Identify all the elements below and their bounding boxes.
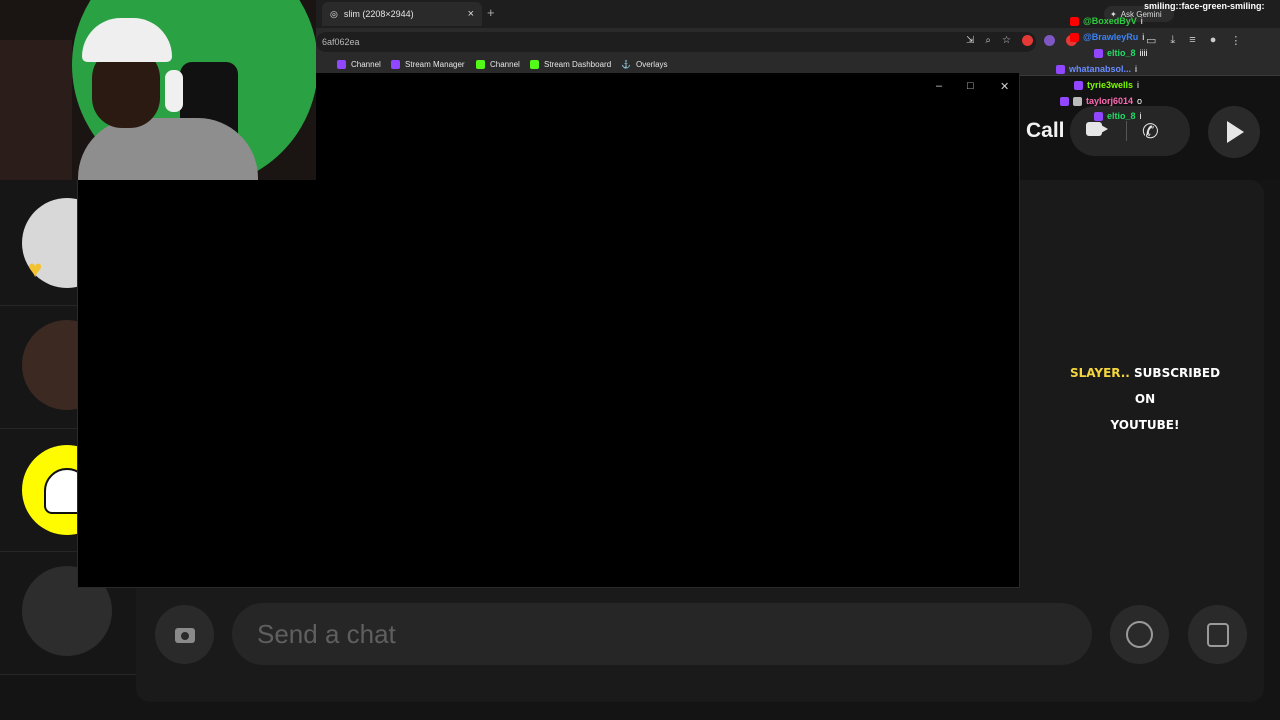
chat-message: i — [1135, 64, 1138, 74]
chat-input[interactable] — [232, 603, 1092, 665]
streamer-shirt — [78, 118, 258, 180]
bookmark-item[interactable]: Stream Manager — [391, 60, 465, 69]
chat-line: @BoxedByV i — [1070, 16, 1143, 26]
subscribe-alert: SLAYER.. SUBSCRIBED ON YOUTUBE! — [1060, 360, 1230, 438]
bookmark-label: Channel — [490, 60, 520, 69]
twitch-icon — [337, 60, 346, 69]
camera-icon — [175, 628, 195, 643]
maximize-icon[interactable]: □ — [967, 80, 974, 92]
chat-message: i — [1140, 16, 1143, 26]
kick-icon — [530, 60, 539, 69]
chat-username: @BrawleyRu — [1083, 32, 1139, 42]
chat-username: taylorj6014 — [1086, 96, 1134, 106]
bookmark-label: Overlays — [635, 60, 668, 69]
headphone-icon — [165, 70, 183, 112]
minimize-icon[interactable]: – — [936, 80, 942, 92]
install-icon[interactable]: ⇲ — [966, 35, 974, 46]
address-bar[interactable]: 6af062ea — [316, 32, 1036, 52]
bookmark-item[interactable]: Channel — [337, 60, 381, 69]
twitch-icon — [391, 60, 400, 69]
anchor-icon: ⚓ — [621, 60, 631, 69]
globe-icon: ◎ — [330, 8, 338, 19]
chat-line: whatanabsol... i — [1056, 64, 1137, 74]
room-background — [0, 40, 72, 180]
chat-username: tyrie3wells — [1087, 80, 1134, 90]
bookmark-label: Stream Manager — [405, 60, 465, 69]
subscriber-name: SLAYER.. — [1069, 366, 1130, 380]
bookmark-item[interactable]: Channel — [476, 60, 520, 69]
tab-title: slim (2208×2944) — [343, 9, 414, 19]
youtube-icon — [1070, 16, 1079, 26]
chat-line: @BrawleyRu i — [1070, 32, 1144, 42]
smiley-icon — [1126, 621, 1153, 648]
twitch-icon — [1074, 80, 1083, 90]
chat-username: eltio_8 — [1107, 48, 1136, 58]
new-tab-button[interactable]: + — [487, 5, 495, 20]
zoom-icon[interactable]: ⌕ — [985, 35, 991, 46]
subscribe-platform: YOUTUBE! — [1110, 418, 1180, 432]
moderator-badge-icon — [1073, 96, 1082, 106]
extension-icon[interactable] — [1021, 35, 1033, 46]
webcam-overlay — [0, 0, 316, 180]
divider — [0, 674, 136, 675]
bookmark-label: Stream Dashboard — [544, 60, 612, 69]
chat-message: o — [1137, 96, 1143, 106]
chat-message: i — [1139, 111, 1142, 121]
chat-username: eltio_8 — [1107, 111, 1136, 121]
chat-username: whatanabsol... — [1069, 64, 1132, 74]
kick-icon — [476, 60, 485, 69]
bookmark-item[interactable]: Stream Dashboard — [530, 60, 611, 69]
chat-message: iiii — [1139, 48, 1148, 58]
youtube-icon — [1070, 32, 1079, 42]
url-text: 6af062ea — [322, 37, 360, 47]
bookmark-star-icon[interactable]: ☆ — [1002, 35, 1011, 46]
subscribe-text: SUBSCRIBED ON — [1129, 366, 1221, 406]
heart-icon: ♥ — [28, 256, 43, 283]
close-icon[interactable]: ✕ — [1000, 80, 1009, 93]
tab-close-icon[interactable]: × — [468, 8, 474, 20]
chat-message: i — [1137, 80, 1140, 90]
sticker-icon — [1207, 623, 1229, 647]
chat-username: @BoxedByV — [1083, 16, 1137, 26]
twitch-icon — [1056, 64, 1065, 74]
bookmark-label: Channel — [351, 60, 381, 69]
chat-line: eltio_8 i — [1094, 111, 1142, 121]
browser-tab[interactable]: ◎ slim (2208×2944) × — [322, 2, 482, 26]
stream-chat-overlay: @BoxedByV i @BrawleyRu i eltio_8 iiii wh… — [1040, 0, 1280, 125]
twitch-icon — [1094, 48, 1103, 58]
twitch-icon — [1060, 96, 1069, 106]
bookmark-item[interactable]: ⚓ Overlays — [621, 60, 668, 69]
chat-message: i — [1142, 32, 1145, 42]
chat-line: eltio_8 iiii — [1094, 48, 1148, 58]
twitch-icon — [1094, 111, 1103, 121]
chat-line: taylorj6014 o — [1060, 96, 1142, 106]
chat-line: tyrie3wells i — [1074, 80, 1139, 90]
